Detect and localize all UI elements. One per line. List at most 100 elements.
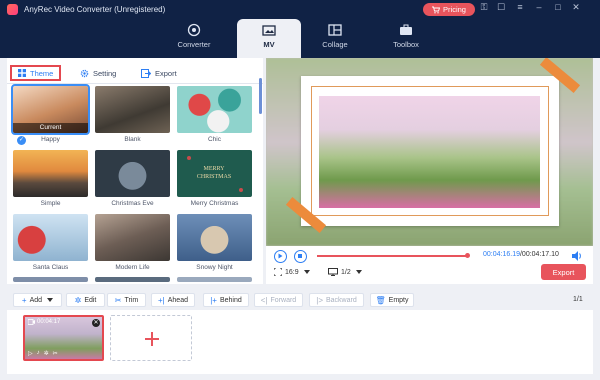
tab-label: Toolbox xyxy=(393,40,419,49)
aspect-ratio-select[interactable]: 16:9 xyxy=(274,268,310,276)
cart-icon xyxy=(432,6,441,13)
tab-mv[interactable]: MV xyxy=(237,19,301,58)
pricing-label: Pricing xyxy=(443,5,466,14)
tab-export-label: Export xyxy=(155,68,177,78)
clip-actions: ▷ ♪ ✲ ✂ xyxy=(28,350,58,357)
monitor-icon xyxy=(328,268,338,276)
plus-icon xyxy=(151,332,153,346)
timeline-track[interactable] xyxy=(317,255,468,257)
tab-converter[interactable]: Converter xyxy=(162,19,226,58)
add-clip-button[interactable] xyxy=(110,315,192,361)
app-header: AnyRec Video Converter (Unregistered) Pr… xyxy=(0,0,600,58)
menu-icon[interactable]: ≡ xyxy=(514,2,526,12)
svg-text:MERRY: MERRY xyxy=(203,166,225,172)
edit-button[interactable]: ✲ Edit xyxy=(66,293,105,307)
close-icon[interactable]: ✕ xyxy=(570,2,582,13)
theme-thumb-christmas-eve[interactable] xyxy=(95,150,170,197)
theme-thumb-modern-life[interactable] xyxy=(95,214,170,261)
forward-icon: <| xyxy=(260,295,268,305)
theme-thumb-partial[interactable] xyxy=(95,277,170,282)
converter-icon xyxy=(187,23,201,37)
tab-label: Collage xyxy=(322,40,348,49)
theme-label: Santa Claus xyxy=(32,264,69,271)
audio-icon[interactable]: ♪ xyxy=(37,350,40,357)
tab-theme-label: Theme xyxy=(30,68,54,78)
theme-thumb-partial[interactable] xyxy=(13,277,88,282)
time-display: 00:04:16.19/00:04:17.10 xyxy=(483,251,559,258)
theme-thumb-chic[interactable] xyxy=(177,86,252,133)
theme-thumb-merry-christmas[interactable]: MERRY CHRISTMAS xyxy=(177,150,252,197)
trim-icon[interactable]: ✂ xyxy=(53,350,58,357)
clip-toolbar: + Add ✲ Edit ✂ Trim +| Ahead |+ Behind <… xyxy=(0,290,600,310)
behind-label: Behind xyxy=(219,296,242,304)
trim-label: Trim xyxy=(124,296,139,304)
volume-icon[interactable] xyxy=(571,250,583,262)
play-icon xyxy=(278,253,283,259)
tab-export[interactable]: Export xyxy=(141,65,177,81)
insert-ahead-icon: +| xyxy=(158,295,165,305)
forward-button[interactable]: <| Forward xyxy=(254,293,303,307)
theme-thumb-simple[interactable] xyxy=(13,150,88,197)
trim-button[interactable]: ✂ Trim xyxy=(107,293,146,307)
remove-clip-icon[interactable]: ✕ xyxy=(92,319,100,327)
app-title: AnyRec Video Converter (Unregistered) xyxy=(24,5,166,14)
screen-split-select[interactable]: 1/2 xyxy=(328,268,362,276)
current-time: 00:04:16.19 xyxy=(483,251,520,258)
export-icon xyxy=(141,68,151,78)
stop-icon xyxy=(298,254,302,258)
theme-thumb-snowy-night[interactable] xyxy=(177,214,252,261)
stop-button[interactable] xyxy=(294,250,307,263)
tab-collage[interactable]: Collage xyxy=(303,19,367,58)
theme-label: Chic xyxy=(207,136,221,143)
ahead-button[interactable]: +| Ahead xyxy=(151,293,195,307)
backward-button[interactable]: |> Backward xyxy=(309,293,364,307)
player-controls: 00:04:16.19/00:04:17.10 16:9 1/2 Export xyxy=(266,246,593,284)
chevron-down-icon xyxy=(355,270,362,274)
sub-tab-bar: Theme Setting Export xyxy=(7,62,263,84)
clip-duration: 00:04:17 xyxy=(28,319,60,325)
magic-wand-icon: ✲ xyxy=(74,295,82,305)
timeline-handle[interactable] xyxy=(464,253,470,258)
minimize-icon[interactable]: – xyxy=(533,2,545,12)
behind-button[interactable]: |+ Behind xyxy=(203,293,249,307)
backward-label: Backward xyxy=(326,296,357,304)
theme-thumb-blank[interactable] xyxy=(95,86,170,133)
preview-photo xyxy=(319,96,540,208)
pricing-button[interactable]: Pricing xyxy=(423,3,475,16)
export-button[interactable]: Export xyxy=(541,264,586,280)
tab-theme[interactable]: Theme xyxy=(10,65,62,81)
forward-label: Forward xyxy=(270,296,297,304)
backward-icon: |> xyxy=(316,295,323,305)
theme-panel: Theme Setting Export Current ✓ Happy Bla… xyxy=(7,58,263,284)
theme-thumb-partial[interactable] xyxy=(177,277,252,282)
total-time: /00:04:17.10 xyxy=(519,251,559,258)
play-button[interactable] xyxy=(274,250,287,263)
merry-christmas-art: MERRY CHRISTMAS xyxy=(187,156,243,192)
app-logo-icon xyxy=(7,4,18,15)
play-icon[interactable]: ▷ xyxy=(28,350,33,357)
feedback-icon[interactable]: ☐ xyxy=(495,2,507,13)
empty-button[interactable]: 🗑 Empty xyxy=(370,293,414,307)
maximize-icon[interactable]: □ xyxy=(552,2,564,12)
theme-label: Simple xyxy=(40,200,61,207)
video-preview xyxy=(266,58,593,246)
edit-label: Edit xyxy=(84,296,97,304)
theme-label: Merry Christmas xyxy=(190,200,239,207)
trash-icon: 🗑 xyxy=(375,295,386,305)
theme-thumb-santa-claus[interactable] xyxy=(13,214,88,261)
tab-setting-label: Setting xyxy=(93,68,117,78)
scissors-icon: ✂ xyxy=(114,295,122,305)
key-icon[interactable]: ⚿ xyxy=(478,2,490,13)
theme-thumb-happy[interactable]: Current xyxy=(11,84,90,135)
clip-duration-text: 00:04:17 xyxy=(37,319,61,325)
tab-setting[interactable]: Setting xyxy=(80,65,116,81)
theme-label: Snowy Night xyxy=(196,264,233,271)
add-button[interactable]: + Add xyxy=(13,293,62,307)
tab-toolbox[interactable]: Toolbox xyxy=(374,19,438,58)
theme-scrollbar[interactable] xyxy=(259,78,262,114)
video-clip[interactable]: 00:04:17 ✕ ▷ ♪ ✲ ✂ xyxy=(23,315,104,361)
edit-icon[interactable]: ✲ xyxy=(44,350,49,357)
svg-text:CHRISTMAS: CHRISTMAS xyxy=(197,174,231,180)
gear-icon xyxy=(80,69,89,77)
mv-icon xyxy=(262,25,276,36)
